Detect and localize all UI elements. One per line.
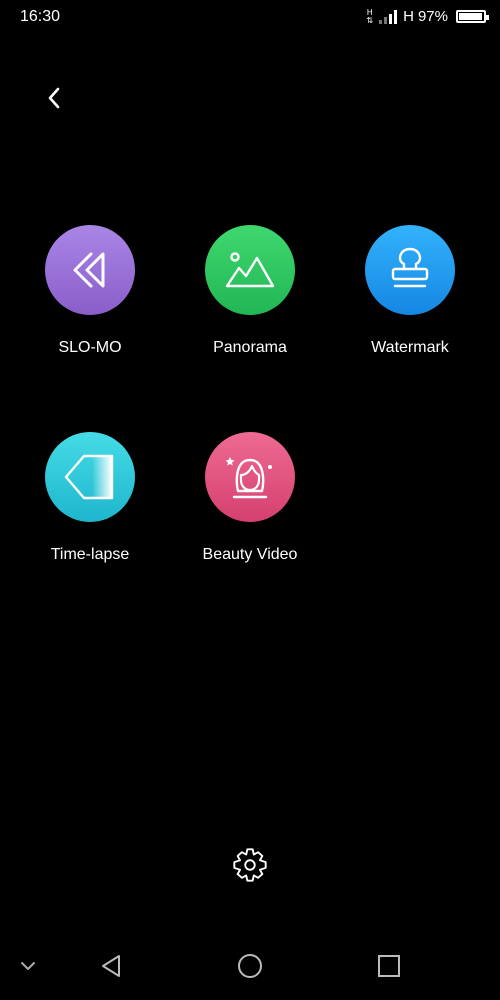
triangle-back-icon bbox=[102, 955, 120, 977]
slo-mo-circle bbox=[45, 225, 135, 315]
beauty-video-circle bbox=[205, 432, 295, 522]
nav-home-button[interactable] bbox=[230, 946, 270, 986]
mode-time-lapse[interactable]: Time-lapse bbox=[15, 432, 165, 564]
watermark-circle bbox=[365, 225, 455, 315]
mountain-icon bbox=[225, 252, 275, 288]
mode-beauty-video[interactable]: Beauty Video bbox=[175, 432, 325, 564]
mode-panorama[interactable]: Panorama bbox=[175, 225, 325, 357]
navigation-bar bbox=[0, 934, 500, 1000]
settings-button[interactable] bbox=[229, 844, 271, 886]
battery-percent: 97% bbox=[417, 8, 448, 25]
rewind-icon bbox=[73, 252, 105, 288]
data-activity-icon: H ⇅ bbox=[366, 7, 374, 25]
camera-modes-screen: 16:30 H ⇅ H 97% SLO-MO Panorama Watermar… bbox=[0, 0, 500, 1000]
watermark-label: Watermark bbox=[371, 339, 449, 356]
chevron-left-icon bbox=[48, 87, 60, 109]
square-recents-icon bbox=[378, 955, 400, 977]
battery-fill bbox=[459, 13, 483, 20]
nav-collapse-button[interactable] bbox=[8, 946, 48, 986]
time-lapse-label: Time-lapse bbox=[50, 546, 130, 563]
status-bar: 16:30 H ⇅ H 97% bbox=[0, 0, 500, 36]
slo-mo-label: SLO-MO bbox=[58, 339, 122, 356]
battery-icon bbox=[456, 10, 489, 23]
mode-slo-mo[interactable]: SLO-MO bbox=[15, 225, 165, 357]
stamp-icon bbox=[391, 247, 429, 288]
beauty-face-icon bbox=[225, 457, 272, 499]
time-lapse-circle bbox=[45, 432, 135, 522]
status-time: 16:30 bbox=[20, 8, 61, 25]
mode-watermark[interactable]: Watermark bbox=[335, 225, 485, 357]
network-type: H bbox=[403, 8, 414, 25]
panorama-circle bbox=[205, 225, 295, 315]
circle-home-icon bbox=[238, 954, 262, 978]
beauty-video-label: Beauty Video bbox=[202, 546, 298, 563]
signal-strength-icon bbox=[379, 9, 398, 24]
back-button[interactable] bbox=[36, 80, 72, 116]
status-indicators: H ⇅ H 97% bbox=[366, 7, 489, 25]
nav-recents-button[interactable] bbox=[369, 946, 409, 986]
nav-back-button[interactable] bbox=[91, 946, 131, 986]
panorama-label: Panorama bbox=[213, 339, 287, 356]
chevron-down-icon bbox=[21, 962, 35, 970]
timelapse-icon bbox=[64, 454, 114, 500]
gear-icon bbox=[233, 848, 267, 882]
